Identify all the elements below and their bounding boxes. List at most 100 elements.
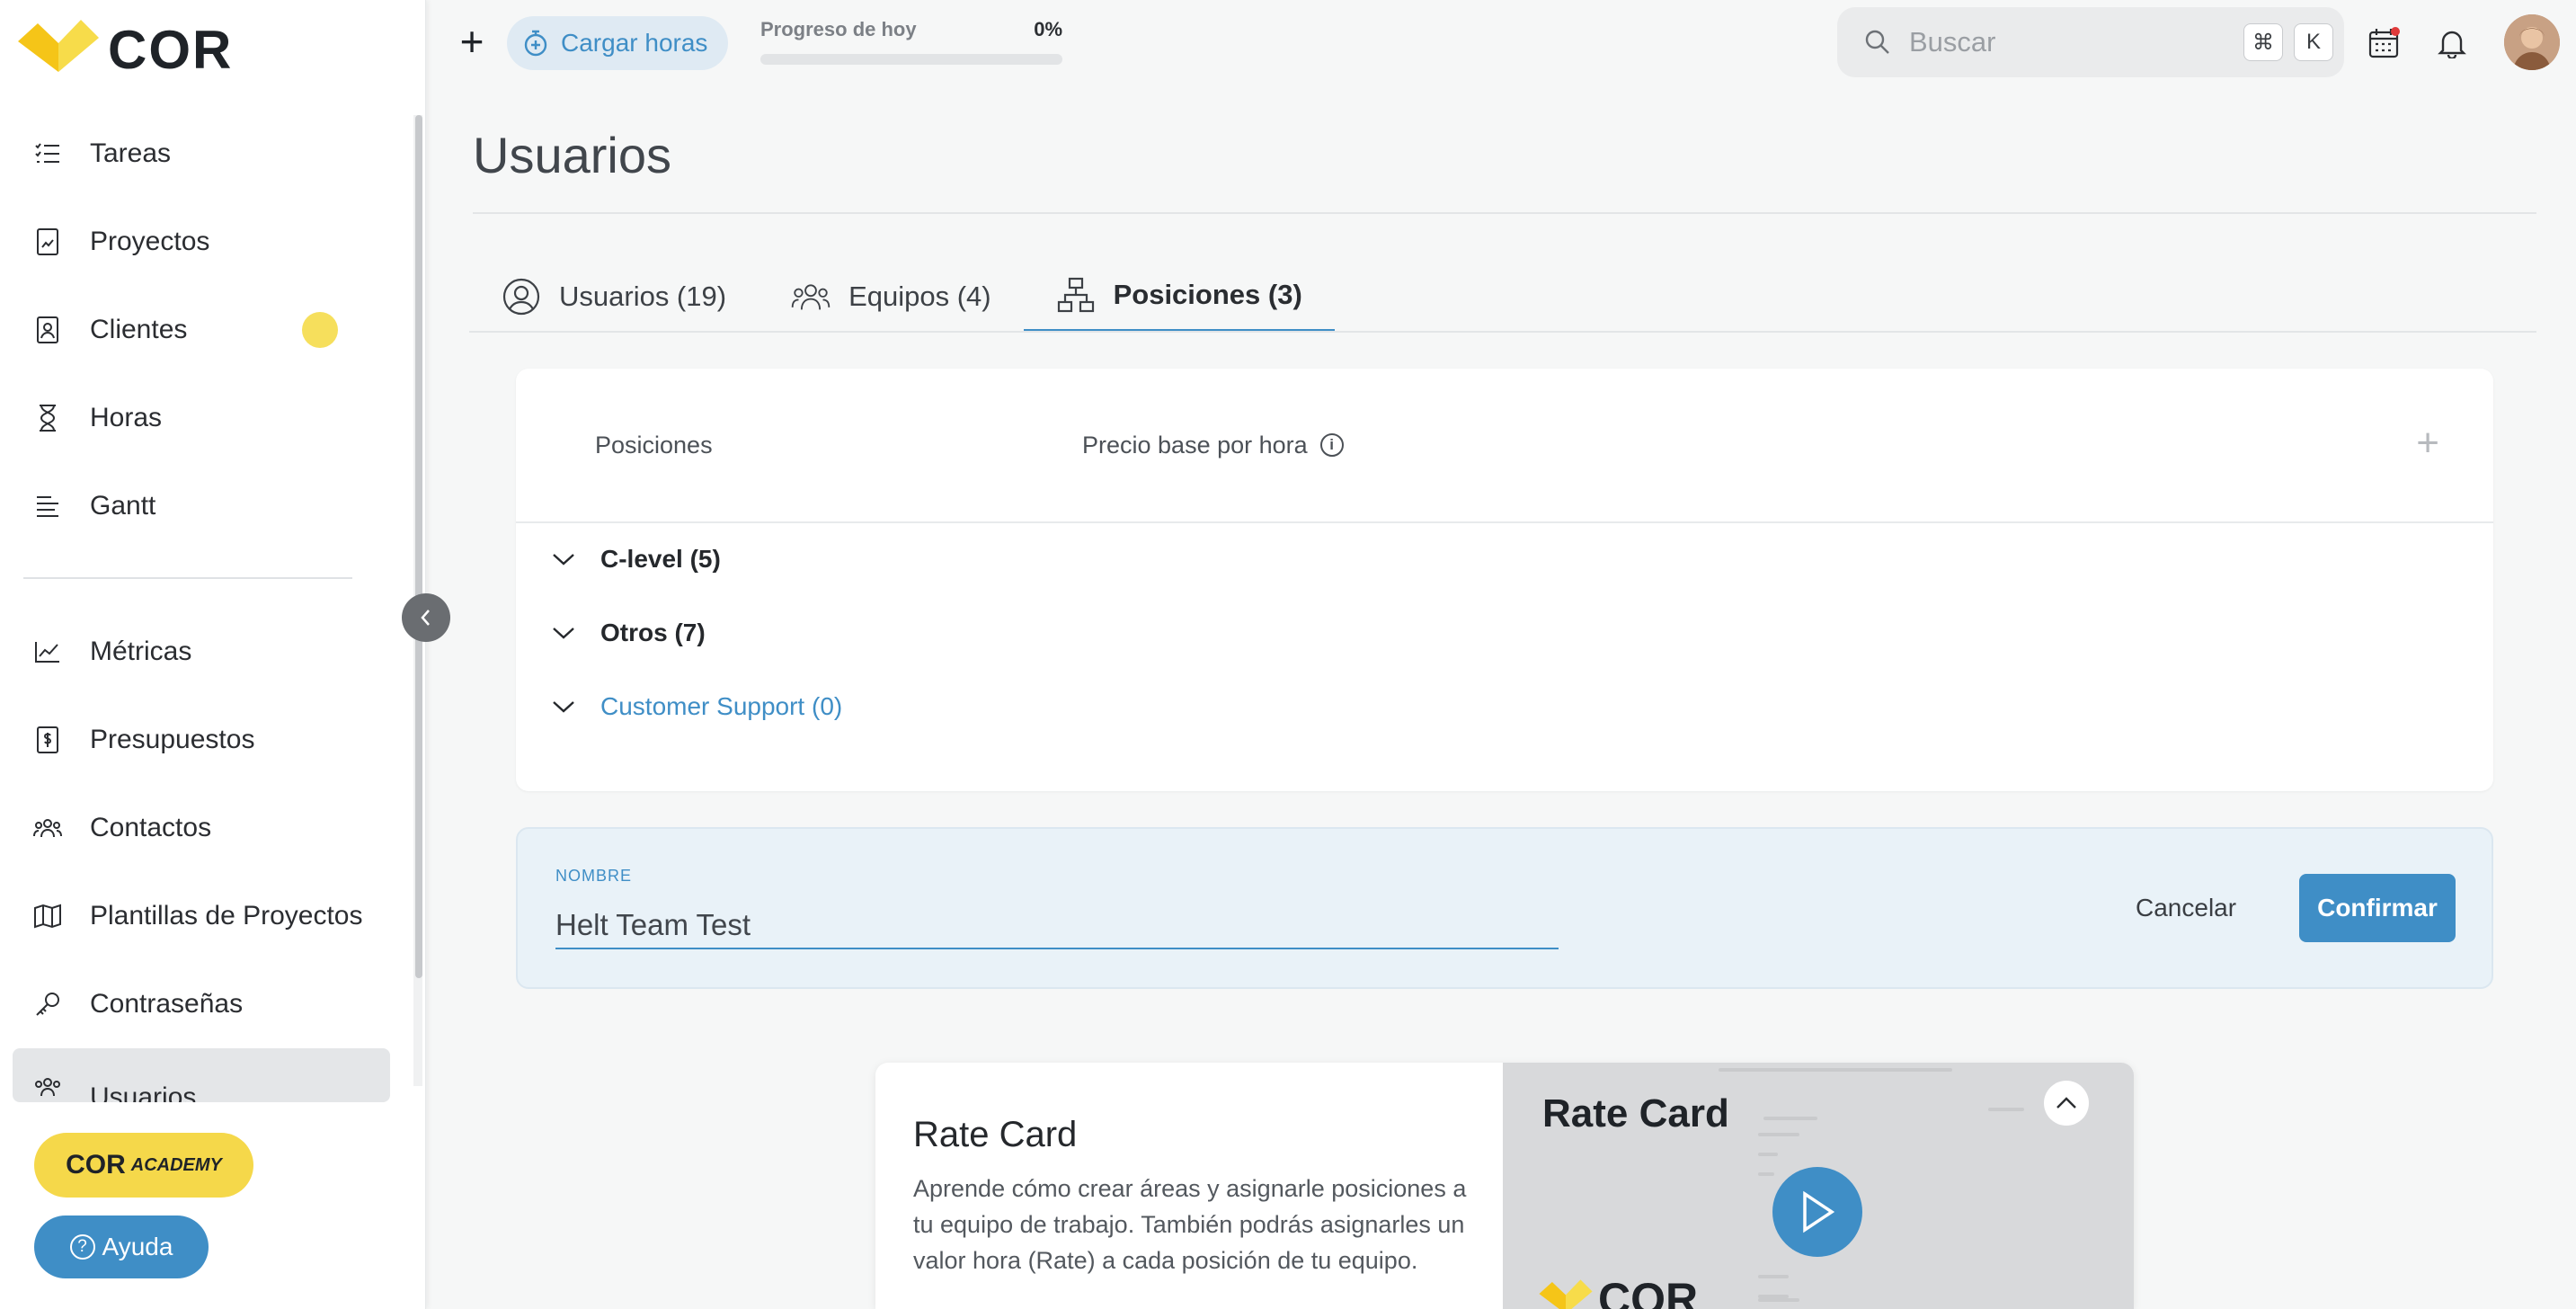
progress-bar <box>760 54 1062 65</box>
org-chart-icon <box>1056 277 1096 313</box>
tutorial-card: Rate Card Aprende cómo crear áreas y asi… <box>875 1063 2134 1309</box>
sidebar-item-tareas[interactable]: Tareas <box>13 110 390 198</box>
quick-add-button[interactable]: + <box>453 21 491 62</box>
sidebar-item-label: Plantillas de Proyectos <box>90 901 363 931</box>
cor-logo[interactable]: COR <box>18 18 233 81</box>
sidebar-item-clientes[interactable]: Clientes <box>13 286 390 374</box>
sidebar-item-usuarios[interactable]: Usuarios <box>13 1048 390 1102</box>
cancel-button[interactable]: Cancelar <box>2136 879 2236 937</box>
chevron-up-icon <box>2056 1097 2076 1109</box>
top-bar: + Cargar horas Progreso de hoy 0% Buscar… <box>426 0 2576 86</box>
sidebar-item-gantt[interactable]: Gantt <box>13 462 390 550</box>
help-button[interactable]: ? Ayuda <box>34 1216 209 1278</box>
bell-icon <box>2438 31 2466 58</box>
kbd-k: K <box>2294 23 2333 61</box>
sidebar-item-label: Gantt <box>90 491 156 521</box>
add-column-button[interactable]: + <box>2416 421 2439 466</box>
metrics-icon <box>32 637 63 667</box>
notification-dot <box>302 312 339 348</box>
progress-value: 0% <box>1034 18 1062 40</box>
sidebar-item-presupuestos[interactable]: Presupuestos <box>13 696 390 784</box>
tabs-divider <box>469 331 2536 333</box>
sidebar-item-plantillas[interactable]: Plantillas de Proyectos <box>13 872 390 960</box>
search-input[interactable]: Buscar <box>1909 26 2243 58</box>
chevron-down-icon <box>550 546 577 573</box>
sidebar-item-metricas[interactable]: Métricas <box>13 608 390 696</box>
sidebar-item-proyectos[interactable]: Proyectos <box>13 198 390 286</box>
sidebar-item-label: Clientes <box>90 315 188 344</box>
sidebar-item-label: Usuarios <box>90 1082 197 1102</box>
tutorial-description: Aprende cómo crear áreas y asignarle pos… <box>913 1175 1467 1274</box>
tab-bar: Usuarios (19) Equipos (4) Posiciones (3) <box>469 261 1335 333</box>
confirm-button[interactable]: Confirmar <box>2299 874 2456 942</box>
progress-label: Progreso de hoy <box>760 18 917 40</box>
video-thumbnail-line <box>1758 1133 1799 1136</box>
collapse-sidebar-button[interactable] <box>402 593 450 642</box>
info-icon[interactable]: i <box>1319 433 1344 457</box>
tab-usuarios[interactable]: Usuarios (19) <box>469 261 759 333</box>
user-avatar-icon <box>2504 14 2560 70</box>
sidebar-item-label: Presupuestos <box>90 725 255 754</box>
tab-posiciones[interactable]: Posiciones (3) <box>1023 261 1335 333</box>
video-logo-text: COR <box>1598 1274 1699 1309</box>
notifications-button[interactable] <box>2434 25 2470 61</box>
sidebar-item-contrasenas[interactable]: Contraseñas <box>13 960 390 1048</box>
column-header-price-label: Precio base por hora <box>1082 431 1308 459</box>
cor-academy-button[interactable]: COR ACADEMY <box>34 1133 253 1198</box>
cor-logo-text: COR <box>108 19 234 80</box>
calendar-button[interactable] <box>2366 25 2402 61</box>
daily-progress: Progreso de hoy 0% <box>760 18 1062 65</box>
sidebar-item-contactos[interactable]: Contactos <box>13 784 390 872</box>
group-label: Otros (7) <box>600 619 706 646</box>
projects-icon <box>32 227 63 257</box>
video-title: Rate Card <box>1542 1091 1729 1135</box>
group-row-c-level[interactable]: C-level (5) <box>550 545 721 574</box>
gantt-icon <box>32 491 63 521</box>
collapse-tutorial-button[interactable] <box>2044 1081 2089 1126</box>
sidebar-item-horas[interactable]: Horas <box>13 374 390 462</box>
tab-label: Equipos (4) <box>848 280 991 312</box>
users-icon <box>32 1072 63 1102</box>
name-field-label: NOMBRE <box>555 867 633 885</box>
group-row-customer-support[interactable]: Customer Support (0) <box>550 692 842 721</box>
contacts-icon <box>32 813 63 843</box>
sidebar-item-label: Tareas <box>90 138 172 168</box>
group-label: Customer Support (0) <box>600 692 843 720</box>
title-divider <box>473 212 2536 214</box>
help-icon: ? <box>69 1234 95 1260</box>
video-thumbnail-line <box>1758 1153 1778 1156</box>
positions-table: Posiciones Precio base por hora i + C-le… <box>516 369 2493 791</box>
team-icon <box>791 279 831 315</box>
search-box[interactable]: Buscar ⌘ K <box>1837 7 2344 77</box>
sidebar-item-label: Contactos <box>90 813 212 842</box>
academy-label: COR <box>66 1150 126 1180</box>
video-thumbnail-line <box>1763 1117 1817 1120</box>
sidebar-divider <box>23 577 352 579</box>
table-header: Posiciones Precio base por hora i + <box>516 369 2493 523</box>
sidebar-nav: Tareas Proyectos Clientes Horas Gantt Mé… <box>13 110 390 1102</box>
academy-sub-label: ACADEMY <box>130 1154 222 1175</box>
sidebar-item-label: Proyectos <box>90 227 210 256</box>
video-thumbnail-line <box>1758 1298 1799 1302</box>
sidebar-scrollbar-thumb[interactable] <box>415 115 422 978</box>
column-header-price: Precio base por hora i <box>1082 432 1344 459</box>
group-row-otros[interactable]: Otros (7) <box>550 619 706 647</box>
kbd-cmd: ⌘ <box>2243 23 2283 61</box>
name-field[interactable] <box>555 903 1559 949</box>
sidebar: COR Tareas Proyectos Clientes Horas Gant… <box>0 0 426 1309</box>
load-hours-button[interactable]: Cargar horas <box>507 16 728 70</box>
chevron-down-icon <box>550 619 577 646</box>
cor-logo-mark-icon <box>1539 1279 1593 1309</box>
video-thumbnail-line <box>1988 1108 2024 1111</box>
tutorial-video[interactable]: Rate Card COR <box>1503 1063 2134 1309</box>
tab-equipos[interactable]: Equipos (4) <box>759 261 1024 333</box>
map-icon <box>32 901 63 931</box>
play-button[interactable] <box>1772 1167 1862 1257</box>
key-icon <box>32 989 63 1020</box>
page-title: Usuarios <box>473 127 671 183</box>
tab-label: Posiciones (3) <box>1113 279 1302 310</box>
sidebar-item-label: Contraseñas <box>90 989 244 1019</box>
chevron-down-icon <box>550 693 577 720</box>
video-thumbnail-tabs <box>1719 1068 1952 1072</box>
avatar[interactable] <box>2504 14 2560 70</box>
